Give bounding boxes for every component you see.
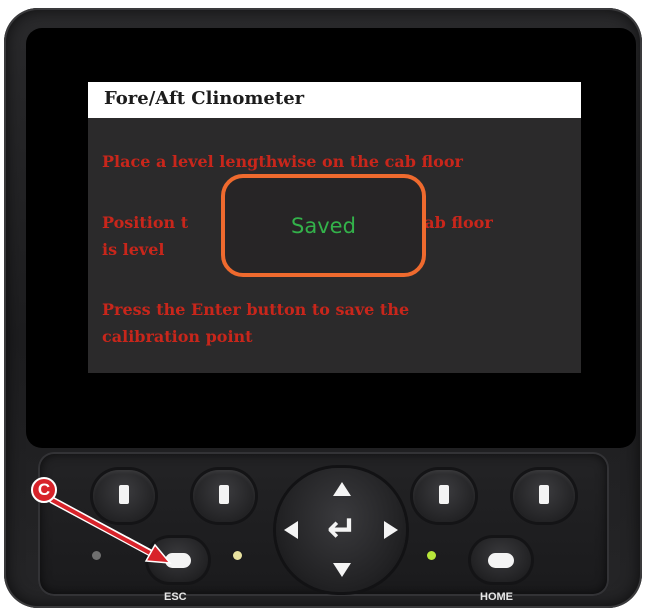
status-led-left bbox=[92, 551, 101, 560]
instruction-line-2-start: Position t bbox=[102, 213, 189, 232]
callout-badge: C bbox=[31, 477, 57, 503]
arrow-up-icon[interactable] bbox=[333, 482, 351, 496]
instruction-line-1: Place a level lengthwise on the cab floo… bbox=[102, 152, 463, 171]
enter-icon[interactable]: ↵ bbox=[320, 510, 364, 550]
instruction-line-5: calibration point bbox=[102, 327, 253, 346]
esc-button[interactable] bbox=[148, 538, 208, 582]
arrow-down-icon[interactable] bbox=[333, 563, 351, 577]
softkey-bar-icon bbox=[439, 485, 449, 504]
softkey-4-button[interactable] bbox=[513, 470, 575, 522]
arrow-right-icon[interactable] bbox=[384, 521, 398, 539]
popup-message: Saved bbox=[291, 214, 356, 238]
title-bar: Fore/Aft Clinometer bbox=[88, 82, 581, 118]
esc-pill-icon bbox=[165, 553, 191, 568]
saved-popup: Saved bbox=[221, 174, 426, 277]
instruction-line-3: is level bbox=[102, 240, 165, 259]
softkey-bar-icon bbox=[219, 485, 229, 504]
instruction-line-4: Press the Enter button to save the bbox=[102, 300, 410, 319]
esc-label: ESC bbox=[164, 591, 187, 603]
home-pill-icon bbox=[488, 553, 514, 568]
directional-pad: ↵ bbox=[276, 468, 406, 592]
softkey-3-button[interactable] bbox=[413, 470, 475, 522]
arrow-left-icon[interactable] bbox=[284, 521, 298, 539]
softkey-1-button[interactable] bbox=[93, 470, 155, 522]
status-led-home bbox=[427, 551, 436, 560]
softkey-bar-icon bbox=[539, 485, 549, 504]
page-title: Fore/Aft Clinometer bbox=[104, 88, 305, 109]
softkey-2-button[interactable] bbox=[193, 470, 255, 522]
home-label: HOME bbox=[480, 591, 513, 603]
softkey-bar-icon bbox=[119, 485, 129, 504]
status-led-esc bbox=[233, 551, 242, 560]
home-button[interactable] bbox=[471, 538, 531, 582]
